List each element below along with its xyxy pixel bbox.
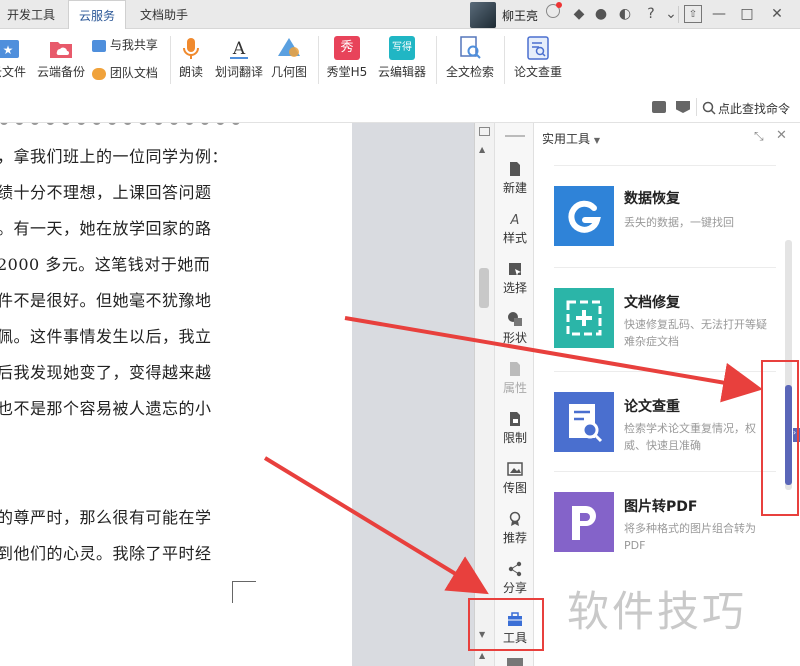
annotation-box-scrollbar <box>761 360 799 516</box>
annotation-arrow <box>344 316 763 403</box>
annotation-arrow <box>263 456 489 595</box>
annotation-overlay <box>263 316 763 595</box>
annotation-box-tools <box>468 598 544 651</box>
